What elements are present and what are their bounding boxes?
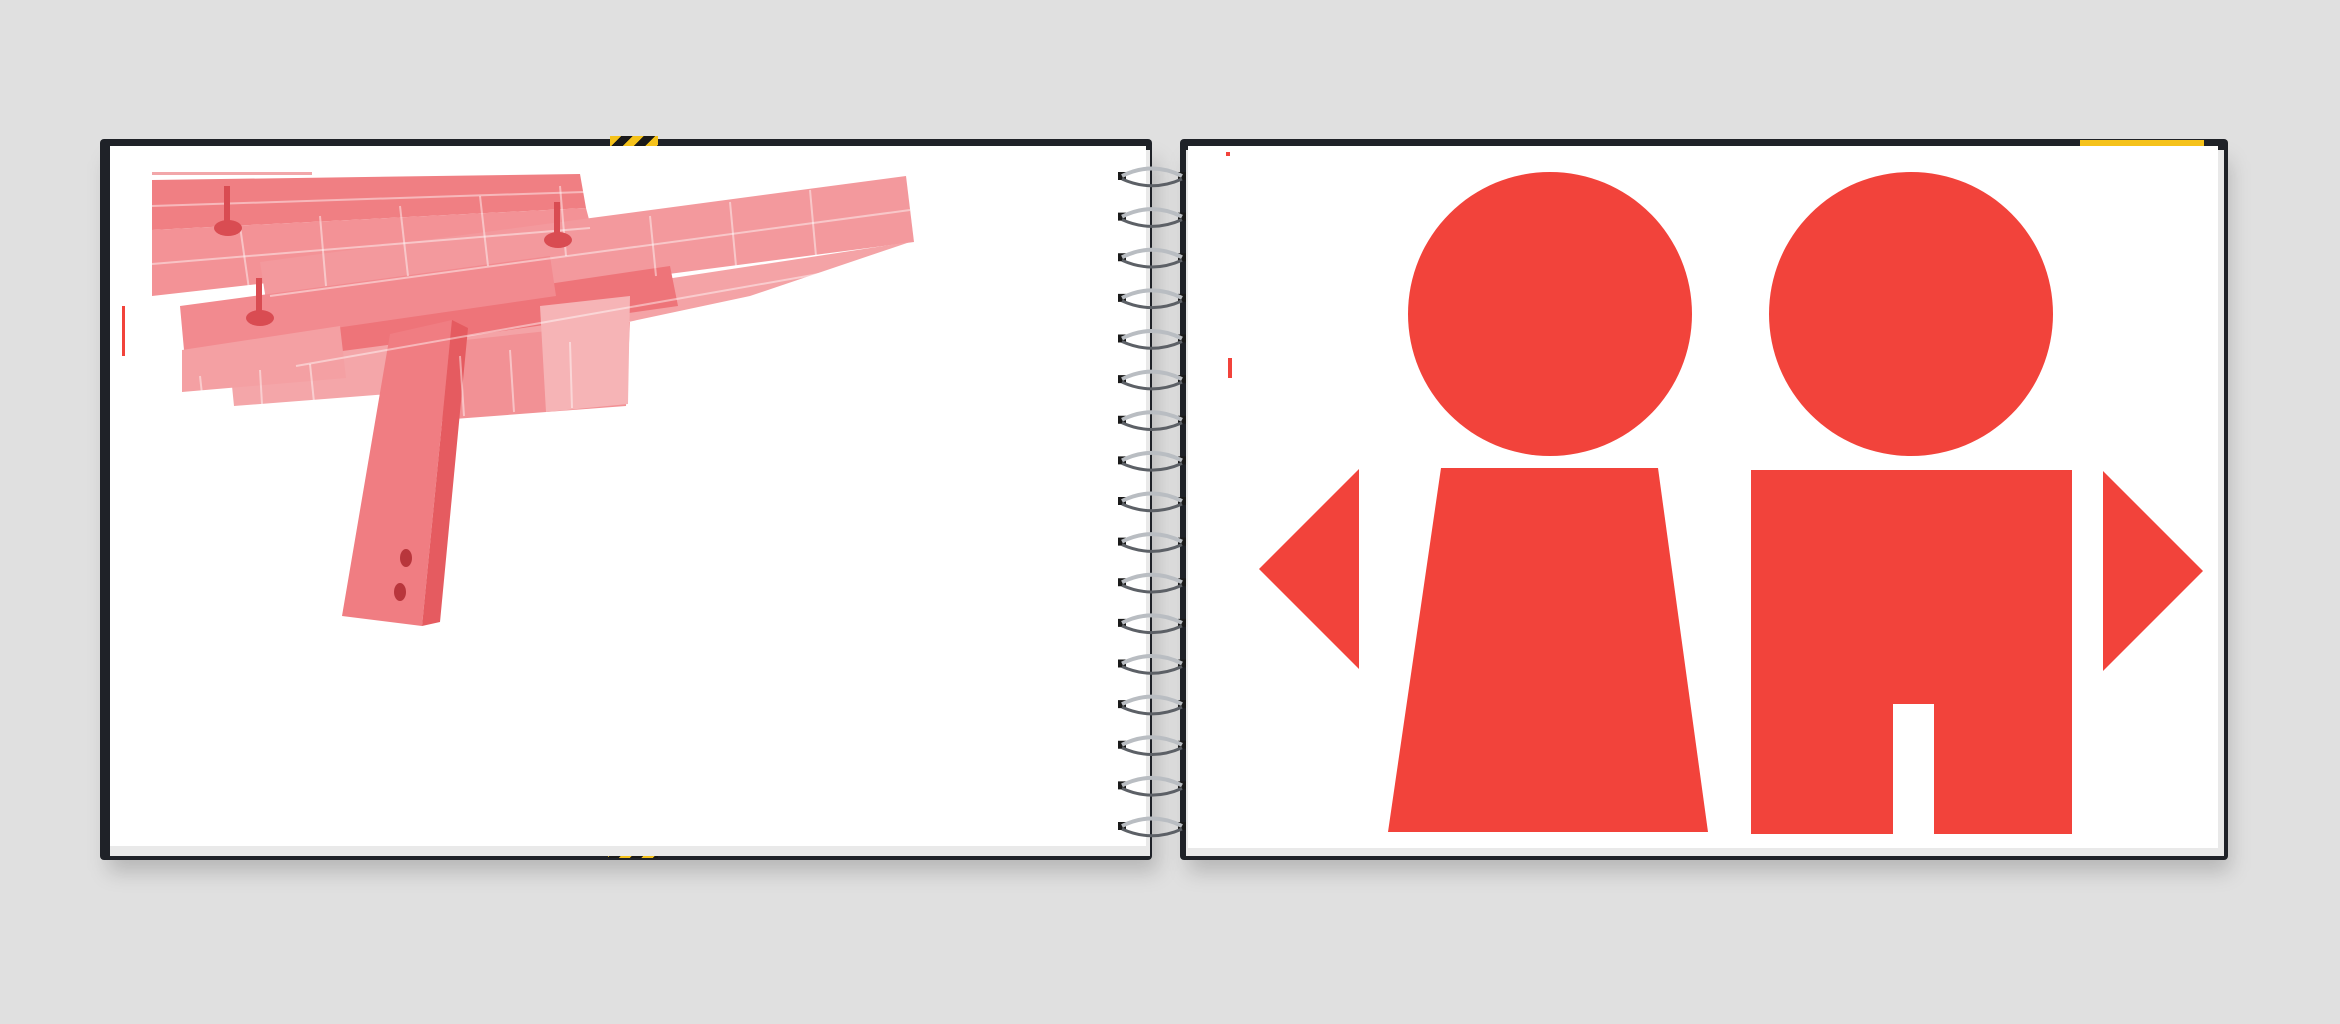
arrow-left-icon [1259,469,1359,669]
spiral-loop [1118,410,1186,431]
open-book-photo [0,0,2340,1024]
spiral-loop [1118,775,1186,797]
margin-marker [122,306,125,356]
spiral-loop [1118,166,1186,188]
spiral-loop [1118,329,1186,350]
figure-left [1388,172,1708,832]
spiral-loop [1118,247,1186,269]
spiral-loop [1118,369,1186,391]
figure-right [1751,172,2072,834]
arrow-right-icon [2103,471,2203,671]
spiral-loop [1118,735,1186,756]
figure-left-body [1388,468,1708,832]
ceiling-beams [151,174,914,626]
figure-left-head [1408,172,1692,456]
figure-right-body [1751,470,2072,834]
beam-photograph [122,172,914,626]
spiral-loop [1118,613,1186,635]
spiral-loop [1118,816,1186,838]
spiral-loop [1118,694,1186,716]
spiral-binding [1118,166,1186,838]
margin-marker-right [1228,358,1232,378]
spiral-loop [1118,450,1186,472]
left-page [110,146,1146,846]
pictogram [1226,152,2203,834]
page-header-mark [152,172,312,175]
figure-right-head [1769,172,2053,456]
spiral-loop [1118,572,1186,594]
spiral-loop [1118,288,1186,310]
spiral-loop [1118,654,1186,675]
spiral-loop [1118,491,1186,513]
right-page [1188,146,2218,848]
corner-mark [1226,152,1230,156]
spiral-loop [1118,207,1186,228]
spiral-loop [1118,532,1186,553]
